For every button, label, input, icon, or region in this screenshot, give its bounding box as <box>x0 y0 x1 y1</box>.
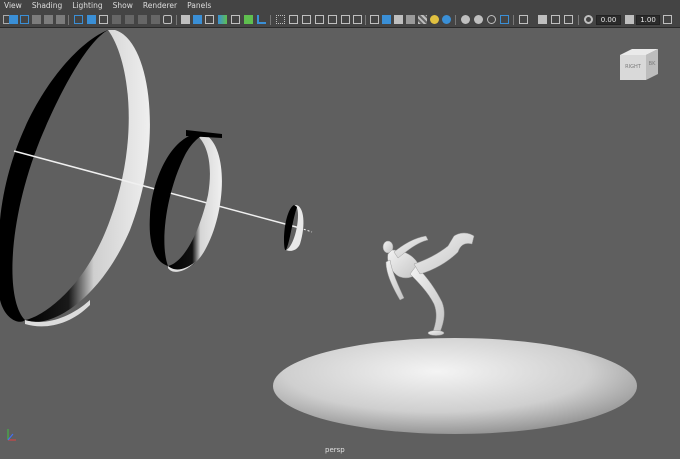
view-cube[interactable]: RIGHT BK <box>620 47 660 82</box>
gate-mask-toggle-icon[interactable] <box>315 15 324 24</box>
menu-panels[interactable]: Panels <box>187 0 211 12</box>
exposure-icon[interactable] <box>584 15 593 24</box>
perspective-viewport[interactable] <box>0 28 680 459</box>
resolution-gate-toggle-icon[interactable] <box>302 15 311 24</box>
viewport-toolbar: 0.00 1.00 <box>0 12 680 28</box>
exposure-field[interactable]: 0.00 <box>596 15 621 25</box>
wireframe-icon[interactable] <box>370 15 379 24</box>
safe-title-icon[interactable] <box>151 15 160 24</box>
ground-disc-mesh[interactable] <box>273 338 637 434</box>
depth-of-field-icon[interactable] <box>500 15 509 24</box>
checker-icon[interactable] <box>418 15 427 24</box>
axis-indicator <box>7 429 16 441</box>
toolbar-separator <box>68 15 69 25</box>
toolbar-separator <box>513 15 514 25</box>
bookmarks-icon[interactable] <box>20 15 29 24</box>
textured-icon[interactable] <box>406 15 415 24</box>
menu-show[interactable]: Show <box>113 0 133 12</box>
brush-icon[interactable] <box>244 15 253 24</box>
grid-icon[interactable] <box>276 15 285 24</box>
medium-ring-mesh[interactable] <box>149 130 222 272</box>
toolbar-separator <box>578 15 579 25</box>
camera-name-label: persp <box>325 446 345 454</box>
film-gate-icon[interactable] <box>87 15 96 24</box>
menu-shading[interactable]: Shading <box>32 0 62 12</box>
large-ring-mesh[interactable] <box>0 30 150 327</box>
safe-action-icon[interactable] <box>138 15 147 24</box>
field-chart-icon[interactable] <box>125 15 134 24</box>
select-icon[interactable] <box>205 15 214 24</box>
gate-mask-icon[interactable] <box>112 15 121 24</box>
ui-toggle-icon[interactable] <box>193 15 202 24</box>
colored-icon[interactable] <box>218 15 227 24</box>
toolbar-separator <box>365 15 366 25</box>
film-gate-toggle-icon[interactable] <box>289 15 298 24</box>
dancing-figure-mesh[interactable] <box>382 232 475 336</box>
lights-icon[interactable] <box>430 15 439 24</box>
xray-components-icon[interactable] <box>564 15 573 24</box>
menu-lighting[interactable]: Lighting <box>72 0 102 12</box>
xray-icon[interactable] <box>538 15 547 24</box>
scene-render <box>0 30 637 434</box>
menu-renderer[interactable]: Renderer <box>143 0 177 12</box>
viewport-menu-bar: View Shading Lighting Show Renderer Pane… <box>0 0 680 12</box>
z-axis-icon <box>7 433 14 441</box>
toolbar-separator <box>176 15 177 25</box>
toolbar-separator <box>270 15 271 25</box>
image-plane-icon[interactable] <box>32 15 41 24</box>
shadows-icon[interactable] <box>442 15 451 24</box>
camera-playblast-icon[interactable] <box>181 15 190 24</box>
smooth-shade-icon[interactable] <box>382 15 391 24</box>
xray-joints-icon[interactable] <box>551 15 560 24</box>
gamma-icon[interactable] <box>625 15 634 24</box>
small-ring-mesh[interactable] <box>284 205 304 251</box>
resolution-gate-icon[interactable] <box>99 15 108 24</box>
grid-toggle-icon[interactable] <box>74 15 83 24</box>
move-icon[interactable] <box>257 15 266 24</box>
snapshot-icon[interactable] <box>163 15 172 24</box>
wireframe-on-shaded-icon[interactable] <box>394 15 403 24</box>
2d-pan-zoom-icon[interactable] <box>44 15 53 24</box>
camera-attributes-icon[interactable] <box>9 15 18 24</box>
safe-action-toggle-icon[interactable] <box>341 15 350 24</box>
safe-title-toggle-icon[interactable] <box>353 15 362 24</box>
view-transform-icon[interactable] <box>663 15 672 24</box>
gamma-field[interactable]: 1.00 <box>636 15 660 25</box>
toolbar-separator <box>455 15 456 25</box>
grease-pencil-icon[interactable] <box>56 15 65 24</box>
view-cube-back-label: BK <box>649 61 656 67</box>
maya-viewport-window: View Shading Lighting Show Renderer Pane… <box>0 0 680 459</box>
anti-aliasing-icon[interactable] <box>487 15 496 24</box>
field-chart-toggle-icon[interactable] <box>328 15 337 24</box>
screen-space-ao-icon[interactable] <box>461 15 470 24</box>
motion-blur-icon[interactable] <box>474 15 483 24</box>
menu-view[interactable]: View <box>4 0 22 12</box>
text-icon[interactable] <box>231 15 240 24</box>
view-cube-right-label: RIGHT <box>625 64 642 70</box>
isolate-select-icon[interactable] <box>519 15 528 24</box>
